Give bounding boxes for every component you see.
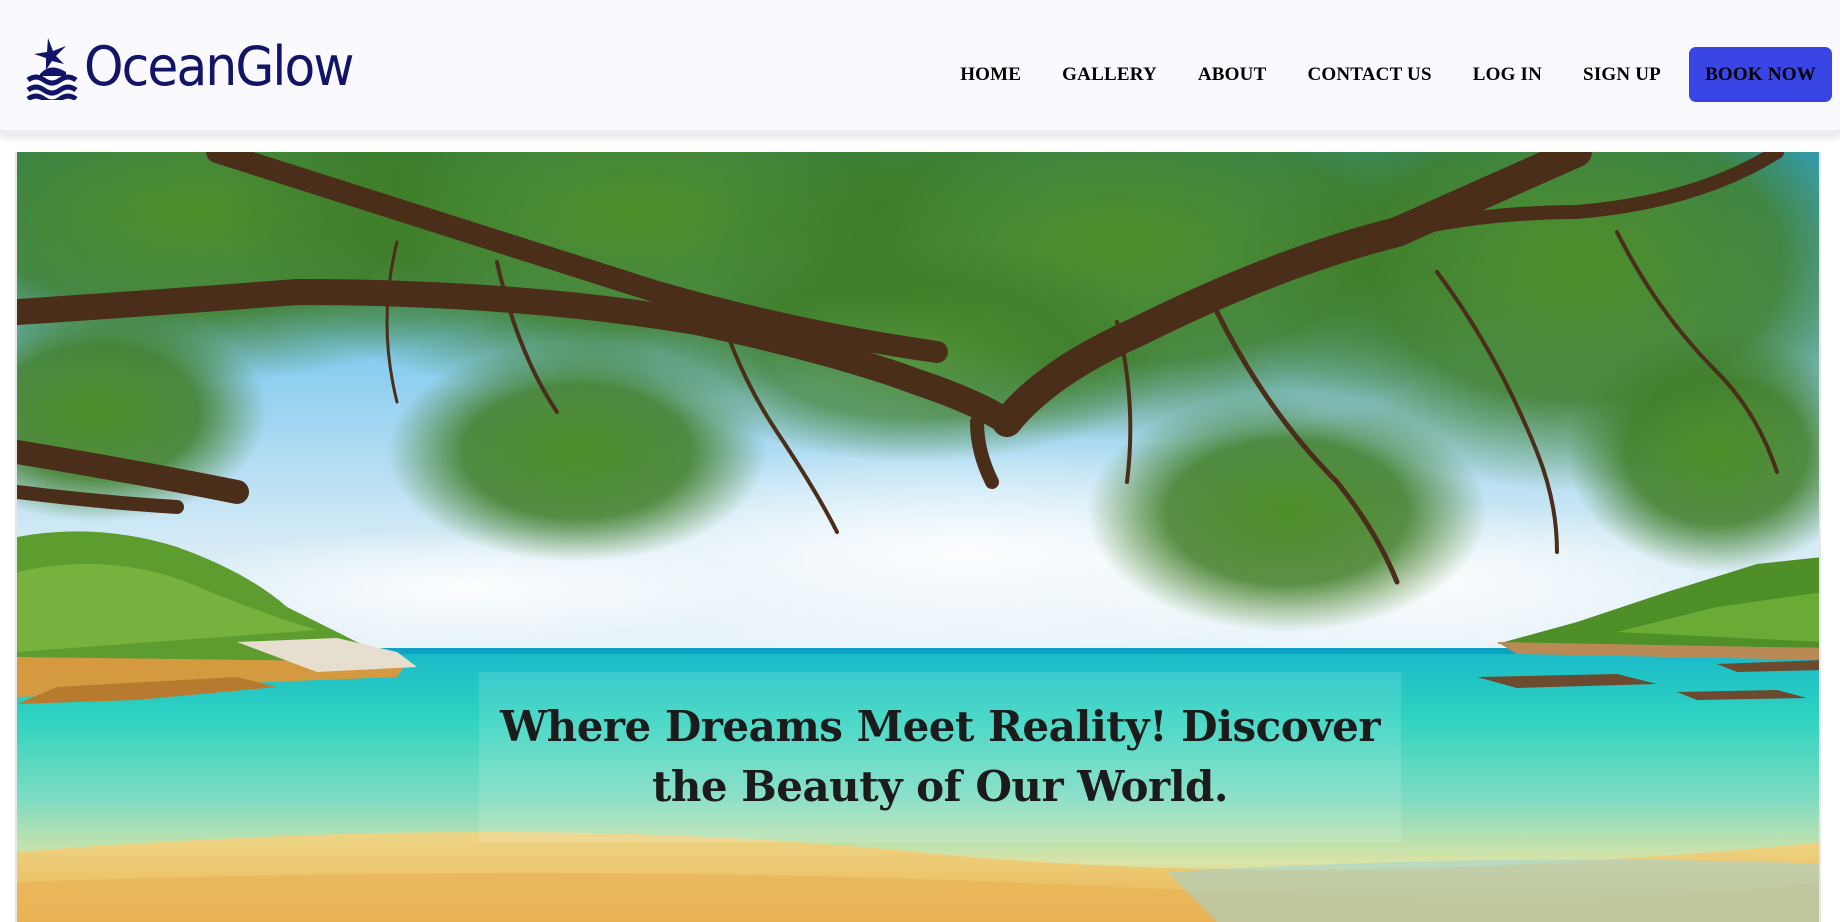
nav-signup-link[interactable]: SIGN UP: [1583, 65, 1661, 84]
nav-contact-link[interactable]: CONTACT US: [1307, 65, 1431, 84]
nav-login-link[interactable]: LOG IN: [1473, 65, 1542, 84]
hero-tagline: Where Dreams Meet Reality! Discover the …: [499, 702, 1381, 811]
main-nav: HOME GALLERY ABOUT CONTACT US LOG IN SIG…: [960, 47, 1832, 102]
palm-island-waves-icon: [26, 38, 78, 100]
brand-logo[interactable]: OceanGlow: [26, 32, 373, 102]
nav-about-link[interactable]: ABOUT: [1198, 65, 1267, 84]
site-header: OceanGlow HOME GALLERY ABOUT CONTACT US …: [0, 0, 1840, 134]
hero-banner: Where Dreams Meet Reality! Discover the …: [15, 152, 1821, 922]
nav-home-link[interactable]: HOME: [960, 65, 1021, 84]
brand-name: OceanGlow: [84, 35, 354, 98]
book-now-button[interactable]: BOOK NOW: [1689, 47, 1832, 102]
tagline-overlay: Where Dreams Meet Reality! Discover the …: [479, 672, 1401, 842]
nav-gallery-link[interactable]: GALLERY: [1062, 65, 1157, 84]
